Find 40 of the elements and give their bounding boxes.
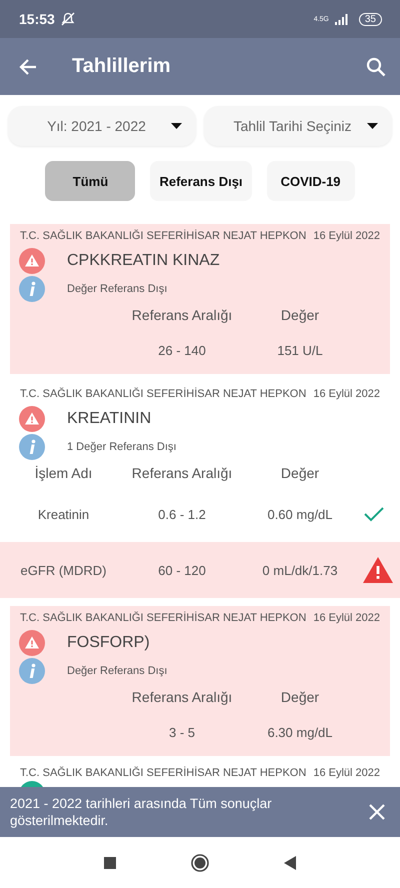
dropdown[interactable]: Tahlil Tarihi Seçiniz	[204, 106, 392, 146]
table-cell-text: eGFR (MDRD)	[20, 562, 108, 578]
clock-time: 15:53	[19, 11, 55, 27]
filter-chip[interactable]: COVID-19	[266, 161, 355, 201]
column-header: Değer	[280, 465, 320, 481]
table-cell-text: 60 - 120	[157, 562, 207, 578]
column-header: Değer	[280, 689, 320, 705]
result-date: 16 Eylül 2022	[313, 230, 380, 242]
screen-title: Tahlillerim	[72, 55, 171, 78]
table-cell-text: 3 - 5	[168, 724, 196, 740]
column-header: Referans Aralığı	[130, 307, 234, 323]
hospital-name: T.C. SAĞLIK BAKANLIĞI SEFERİHİSAR NEJAT HEPKON	[20, 388, 306, 400]
snackbar-message: 2021 - 2022 tarihleri arasında Tüm sonuçlar gösterilmektedir.	[10, 795, 273, 829]
test-name: FOSFORP)	[67, 634, 150, 652]
hospital-name: T.C. SAĞLIK BAKANLIĞI SEFERİHİSAR NEJAT HEPKON	[20, 612, 306, 624]
result-date: 16 Eylül 2022	[313, 612, 380, 624]
table-cell-text: 26 - 140	[157, 342, 207, 358]
filter-chip[interactable]: Tümü	[45, 161, 136, 201]
result-date: 16 Eylül 2022	[313, 388, 380, 400]
table-cell-text: 151 U/L	[276, 342, 324, 358]
result-note: 1 Değer Referans Dışı	[67, 441, 176, 453]
result-note: Değer Referans Dışı	[67, 283, 168, 295]
column-header: Referans Aralığı	[130, 689, 234, 705]
column-header: İşlem Adı	[34, 465, 94, 481]
table-cell-text: 0 mL/dk/1.73	[261, 562, 339, 578]
result-note: Değer Referans Dışı	[67, 665, 168, 677]
dropdown[interactable]: Yıl: 2021 - 2022	[8, 106, 196, 146]
table-cell-text: 6.30 mg/dL	[266, 724, 334, 740]
column-header: Referans Aralığı	[130, 465, 234, 481]
column-header: Değer	[280, 307, 320, 323]
table-cell-text: Kreatinin	[36, 506, 90, 522]
filter-chip[interactable]: Referans Dışı	[150, 161, 252, 201]
test-name: KREATININ	[67, 410, 152, 428]
table-cell-text: 0.60 mg/dL	[266, 506, 334, 522]
battery-level: 35	[358, 12, 382, 26]
hospital-name: T.C. SAĞLIK BAKANLIĞI SEFERİHİSAR NEJAT HEPKON	[20, 767, 306, 779]
test-name: CPKKREATIN KINAZ	[67, 252, 220, 270]
result-date: 16 Eylül 2022	[313, 767, 380, 779]
hospital-name: T.C. SAĞLIK BAKANLIĞI SEFERİHİSAR NEJAT HEPKON	[20, 230, 306, 242]
table-cell-text: 0.6 - 1.2	[157, 506, 207, 522]
